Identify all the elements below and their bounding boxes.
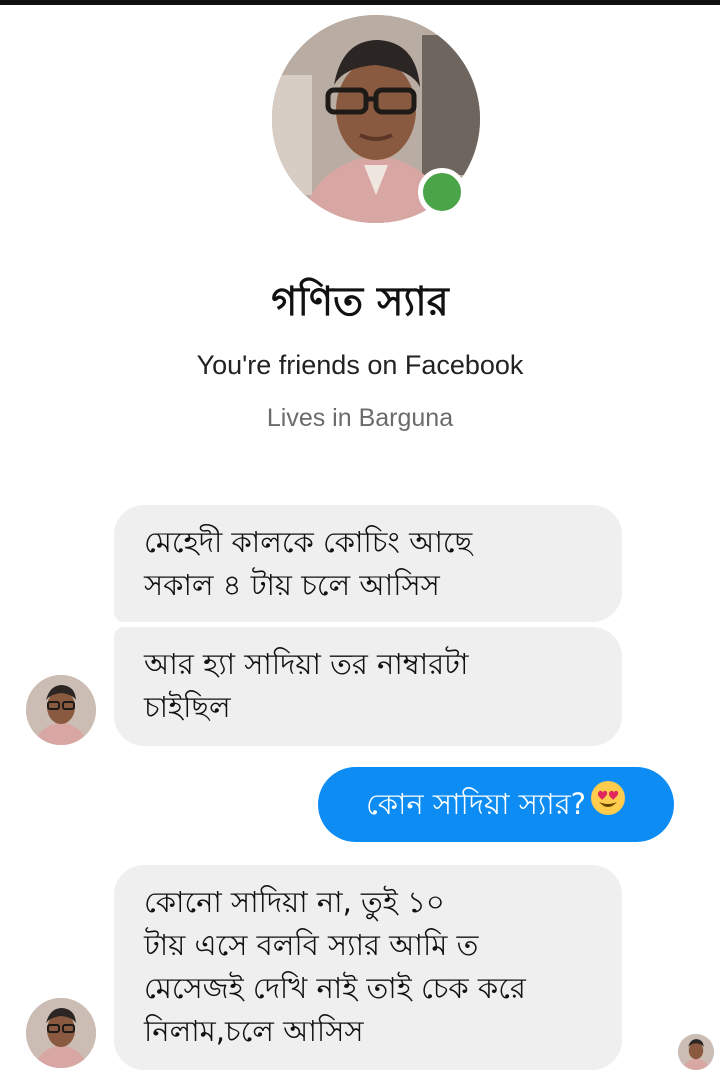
received-message[interactable]: কোনো সাদিয়া না, তুই ১০ টায় এসে বলবি স্… xyxy=(114,865,622,1070)
seen-indicator-avatar xyxy=(678,1034,714,1070)
friendship-status: You're friends on Facebook xyxy=(196,350,524,380)
online-status-dot xyxy=(418,168,466,216)
received-message[interactable]: আর হ্যা সাদিয়া তর নাম্বারটা চাইছিল xyxy=(114,627,622,746)
sent-message[interactable]: কোন সাদিয়া স্যার? xyxy=(318,767,674,842)
location-info: Lives in Barguna xyxy=(266,404,454,432)
avatar-photo xyxy=(26,675,96,745)
contact-name: গণিত স্যার xyxy=(271,279,449,325)
avatar-photo xyxy=(26,998,96,1068)
received-message[interactable]: মেহেদী কালকে কোচিং আছে সকাল ৪ টায় চলে আ… xyxy=(114,505,622,622)
heart-eyes-emoji-icon xyxy=(590,769,626,844)
sender-avatar[interactable] xyxy=(26,675,96,745)
sender-avatar[interactable] xyxy=(26,998,96,1068)
sent-message-text: কোন সাদিয়া স্যার? xyxy=(365,787,587,821)
top-border xyxy=(0,0,720,5)
